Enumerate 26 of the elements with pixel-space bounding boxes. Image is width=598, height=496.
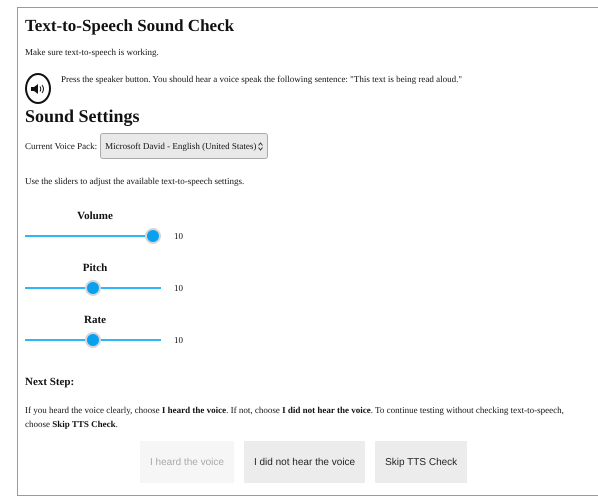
slider-thumb[interactable] (145, 228, 161, 244)
slider-track[interactable] (25, 280, 161, 296)
choice-button[interactable]: I did not hear the voice (244, 441, 366, 483)
choice-button[interactable]: Skip TTS Check (375, 441, 468, 483)
slider-value: 10 (174, 283, 183, 293)
slider-track[interactable] (25, 332, 161, 348)
next-step-heading: Next Step: (25, 376, 76, 389)
page-title: Text-to-Speech Sound Check (25, 16, 236, 36)
intro-text: Make sure text-to-speech is working. (25, 46, 160, 59)
next-step-text: If you heard the voice clearly, choose I heard the voice. If not, choose I did not hear the voice. To continue testing without checking text-to-speech, choose Skip TTS Check. (25, 404, 565, 431)
speaker-button[interactable] (25, 73, 51, 104)
settings-heading: Sound Settings (25, 106, 141, 127)
slider-value: 10 (174, 335, 183, 345)
voice-pack-label: Current Voice Pack: (25, 140, 98, 152)
slider-label: Rate (84, 314, 106, 326)
slider-track[interactable] (25, 228, 161, 244)
voice-pack-select[interactable]: Microsoft David - English (United States) (100, 133, 268, 159)
sliders-hint: Use the sliders to adjust the available text-to-speech settings. (25, 175, 246, 188)
updown-icon (258, 142, 264, 150)
slider-thumb[interactable] (85, 280, 101, 296)
slider-label: Volume (77, 210, 113, 222)
slider-thumb[interactable] (85, 332, 101, 348)
slider-value: 10 (174, 231, 183, 241)
speaker-icon (31, 82, 45, 94)
slider-label: Pitch (82, 262, 108, 274)
speaker-instruction: Press the speaker button. You should hear a voice speak the following sentence: "This text is being read aloud." (61, 73, 462, 86)
